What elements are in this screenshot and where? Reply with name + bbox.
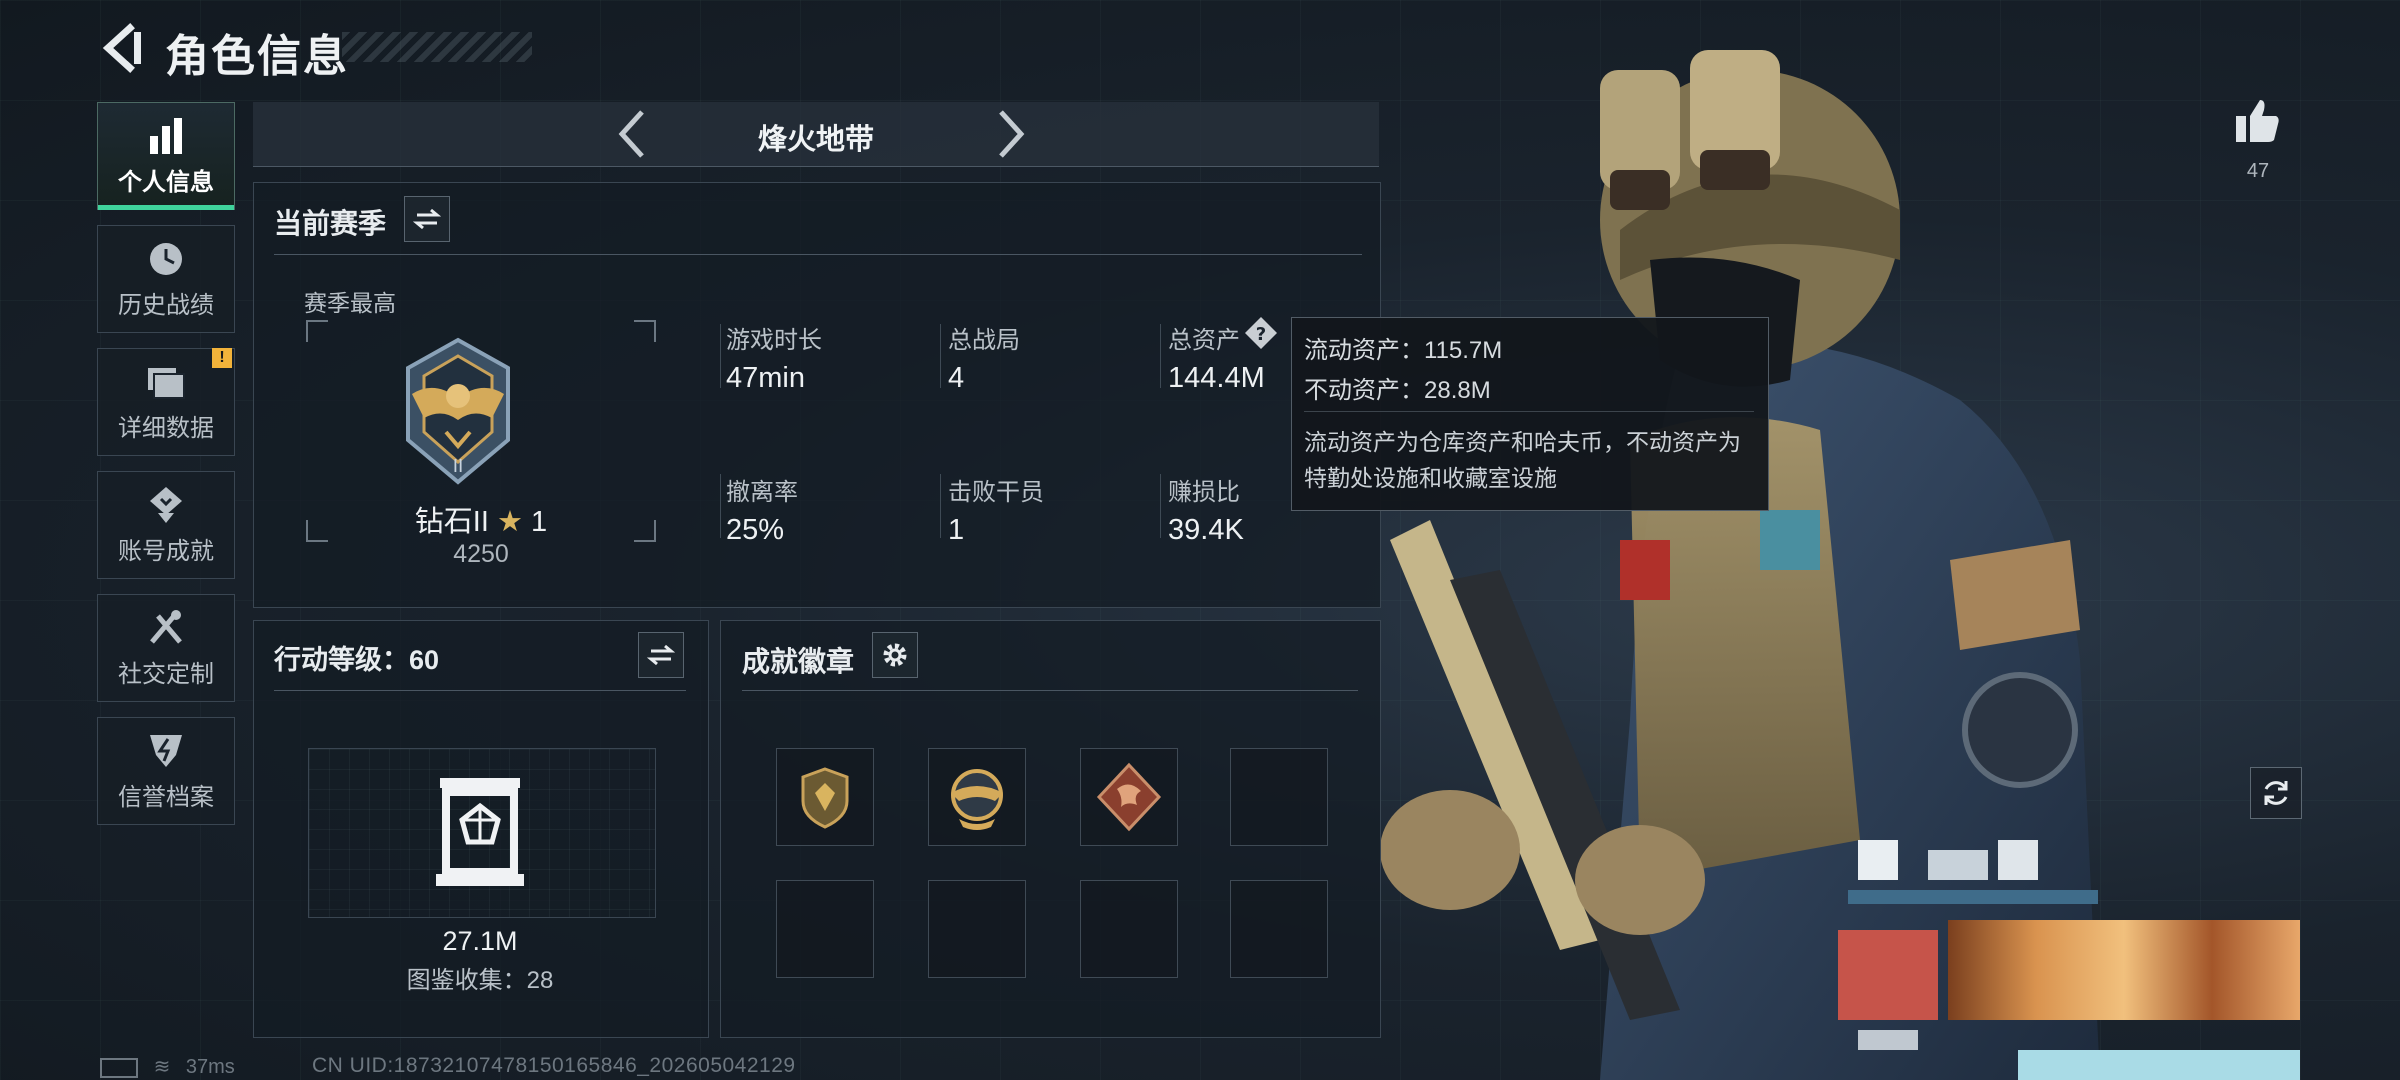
swap-icon	[647, 644, 675, 666]
stat-separator	[940, 324, 941, 388]
svg-text:II: II	[453, 456, 464, 477]
gear-icon	[883, 643, 907, 667]
warning-badge: !	[212, 348, 232, 368]
stat-value: 47min	[726, 362, 805, 394]
stat-label: 赚损比	[1168, 479, 1240, 506]
badge-slot[interactable]	[928, 748, 1026, 846]
sidebar-item-personal-info[interactable]: 个人信息	[97, 102, 235, 210]
badge-slot[interactable]	[776, 748, 874, 846]
mode-title: 烽火地带	[757, 124, 874, 156]
censored-player-card	[1838, 840, 2300, 1080]
sidebar-item-label: 账号成就	[118, 537, 214, 565]
status-bar: ≋ 37ms	[100, 1054, 235, 1079]
stat-label: 击败干员	[948, 479, 1044, 506]
action-level-divider	[274, 690, 686, 691]
collection-label: 图鉴收集：28	[406, 967, 554, 994]
question-icon: ?	[1245, 317, 1277, 349]
sidebar-item-history[interactable]: 历史战绩	[97, 225, 235, 333]
stat-value: 25%	[726, 514, 785, 546]
collection-value: 27.1M	[442, 926, 518, 956]
sidebar-item-achievements[interactable]: 账号成就	[97, 471, 235, 579]
fixed-assets-text: 不动资产：28.8M	[1304, 377, 1491, 404]
sidebar-item-label: 个人信息	[118, 168, 214, 196]
achievements-heading: 成就徽章	[742, 646, 855, 677]
dragon-badge-icon	[1096, 762, 1162, 832]
badge-slot-empty[interactable]	[928, 880, 1026, 978]
stat-separator	[720, 474, 721, 538]
refresh-button[interactable]	[2250, 767, 2302, 819]
stat-value: 39.4K	[1168, 514, 1244, 546]
action-level-heading: 行动等级：60	[274, 645, 440, 675]
shield-bolt-icon	[150, 734, 182, 767]
stat-separator	[1160, 474, 1161, 538]
season-heading: 当前赛季	[274, 208, 387, 239]
winged-badge-icon	[951, 769, 1003, 830]
rank-name: 钻石II	[414, 506, 489, 538]
sidebar-item-label: 信誉档案	[118, 783, 214, 811]
medal-icon	[150, 486, 182, 523]
clock-icon	[150, 242, 182, 275]
like-button-thumbs-up-icon[interactable]	[2234, 98, 2282, 144]
season-divider	[274, 254, 1362, 255]
rank-emblem-icon: II	[406, 337, 510, 485]
tooltip-divider	[1304, 411, 1754, 412]
help-button[interactable]: ?	[1244, 316, 1278, 350]
uid-text: CN UID:18732107478150165846_202605042129	[312, 1054, 796, 1077]
achievements-divider	[742, 690, 1358, 691]
collection-display-case-icon[interactable]	[434, 776, 526, 888]
folder-icon	[148, 367, 185, 399]
shield-badge-icon	[801, 767, 849, 829]
season-switch-button[interactable]	[404, 196, 450, 242]
stat-separator	[720, 324, 721, 388]
sidebar-item-reputation[interactable]: 信誉档案	[97, 717, 235, 825]
achievements-settings-button[interactable]	[872, 632, 918, 678]
sidebar-item-label: 历史战绩	[118, 291, 214, 319]
badge-slot-empty[interactable]	[776, 880, 874, 978]
sidebar-item-social-custom[interactable]: 社交定制	[97, 594, 235, 702]
stat-label: 总战局	[948, 327, 1020, 354]
badge-slot-empty[interactable]	[1080, 880, 1178, 978]
badge-slot-empty[interactable]	[1230, 748, 1328, 846]
title-decoration	[342, 32, 532, 62]
svg-text:?: ?	[1256, 324, 1266, 345]
page-title: 角色信息	[165, 32, 349, 81]
sidebar-item-label: 详细数据	[118, 414, 214, 442]
stat-value: 4	[948, 362, 965, 394]
stat-separator	[940, 474, 941, 538]
asset-description: 流动资产为仓库资产和哈夫币，不动资产为特勤处设施和收藏室设施	[1304, 429, 1741, 491]
tools-icon	[150, 609, 182, 644]
liquid-assets-text: 流动资产：115.7M	[1304, 337, 1503, 364]
bar-chart-icon	[150, 117, 182, 154]
star-icon: ★	[496, 506, 523, 538]
battery-icon	[100, 1057, 138, 1078]
badge-slot[interactable]	[1080, 748, 1178, 846]
action-level-switch-button[interactable]	[638, 632, 684, 678]
like-count: 47	[2246, 160, 2270, 182]
ping-text: 37ms	[185, 1056, 235, 1078]
next-mode-arrow-icon[interactable]	[985, 108, 1035, 160]
stat-label: 游戏时长	[726, 327, 822, 354]
rank-points: 4250	[453, 540, 509, 568]
asset-tooltip: 流动资产：115.7M 不动资产：28.8M 流动资产为仓库资产和哈夫币，不动资…	[1291, 317, 1769, 511]
season-best-label: 赛季最高	[304, 290, 396, 316]
back-arrow-icon[interactable]	[96, 22, 148, 74]
badge-slot-empty[interactable]	[1230, 880, 1328, 978]
rank-line: 钻石II ★ 1	[306, 498, 656, 540]
wifi-icon: ≋	[153, 1056, 171, 1078]
stat-label: 撤离率	[726, 479, 798, 506]
stat-value: 1	[948, 514, 965, 546]
sidebar: 个人信息 历史战绩 ! 详细数据 账号成就 社交定制 信誉档案	[97, 102, 235, 840]
stat-value: 144.4M	[1168, 362, 1265, 394]
sidebar-item-label: 社交定制	[118, 660, 214, 688]
stat-label: 总资产	[1168, 327, 1240, 354]
refresh-icon	[2264, 781, 2288, 805]
swap-icon	[413, 208, 441, 230]
mode-selector: 烽火地带	[253, 102, 1379, 167]
rank-stars: 1	[531, 506, 548, 538]
sidebar-item-detailed-data[interactable]: ! 详细数据	[97, 348, 235, 456]
stat-separator	[1160, 324, 1161, 388]
